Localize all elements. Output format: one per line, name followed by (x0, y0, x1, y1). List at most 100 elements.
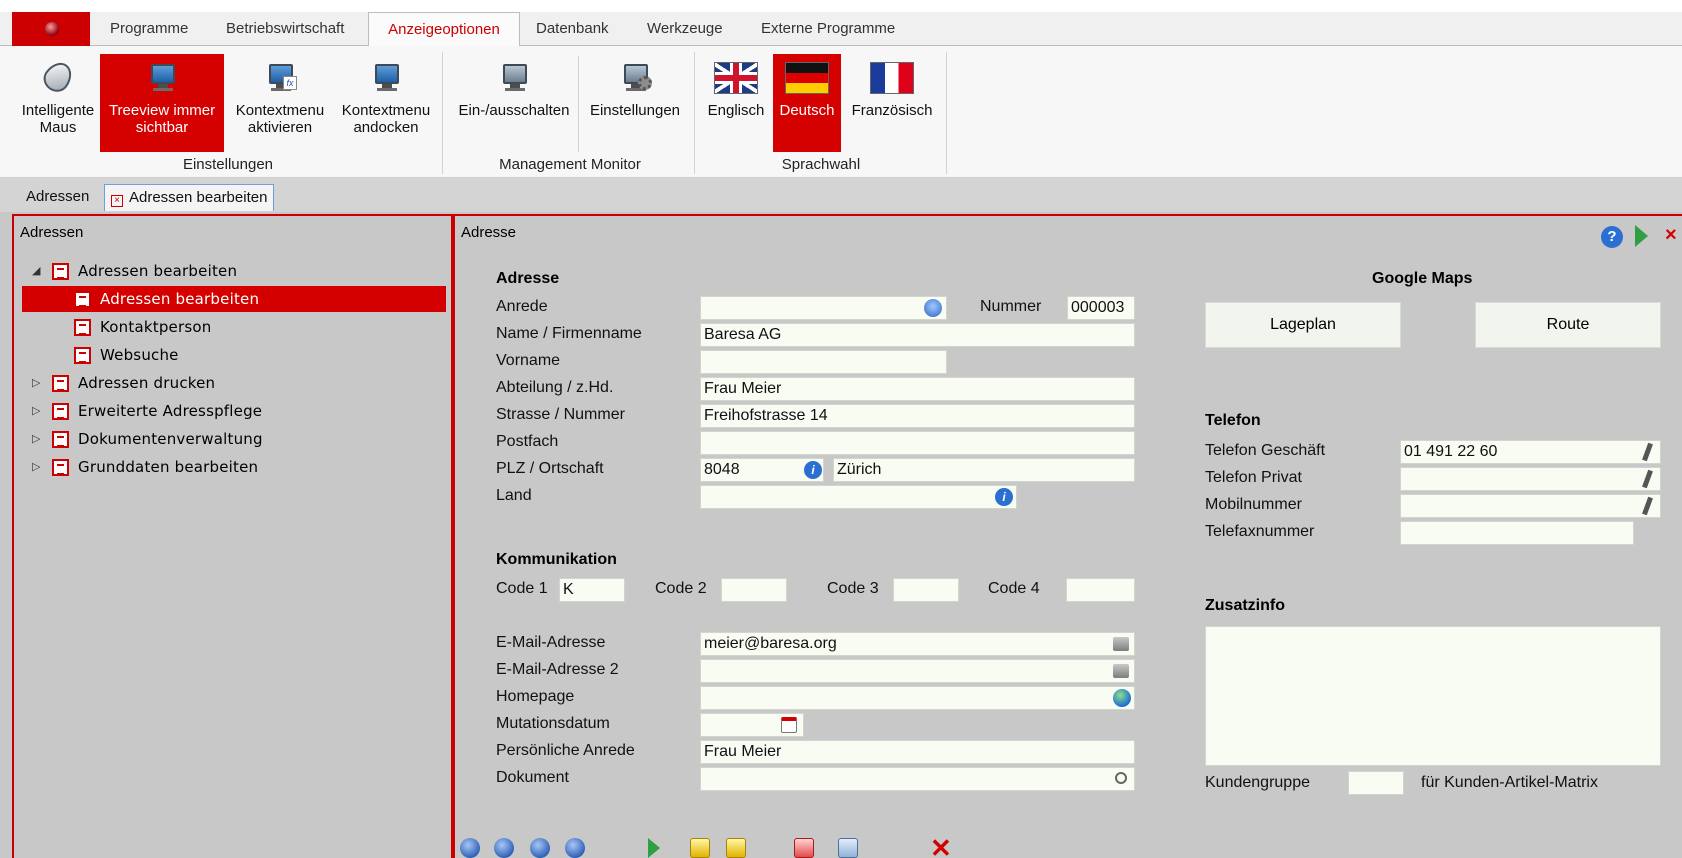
tree-item-adressen-bearbeiten[interactable]: ◢ Adressen bearbeiten (22, 258, 446, 284)
code1-field[interactable]: K (559, 578, 625, 602)
collapsed-arrow-icon[interactable]: ▷ (32, 454, 44, 480)
deutsch-button[interactable]: Deutsch (773, 54, 841, 152)
document-tab-bar: Adressen × Adressen bearbeiten (0, 178, 1682, 212)
label-mutationsdatum: Mutationsdatum (496, 715, 610, 732)
einstellungen-button[interactable]: Einstellungen (582, 54, 688, 152)
treeview-button[interactable]: Treeview immer sichtbar (100, 54, 224, 152)
pers-anrede-field[interactable]: Frau Meier (700, 740, 1135, 764)
close-tab-icon[interactable]: × (111, 195, 123, 207)
kundengruppe-field[interactable] (1348, 771, 1404, 795)
doc-tab-adressen-bearbeiten[interactable]: × Adressen bearbeiten (104, 184, 275, 211)
ort-field[interactable]: Zürich (833, 458, 1135, 482)
copy-record-icon[interactable] (838, 838, 858, 858)
info-icon[interactable]: i (804, 461, 822, 479)
go-arrow-icon[interactable] (1635, 225, 1648, 247)
uk-flag-icon (714, 60, 758, 94)
name-field[interactable]: Baresa AG (700, 323, 1135, 347)
node-icon (52, 431, 69, 448)
englisch-button[interactable]: Englisch (702, 54, 770, 152)
execute-icon[interactable] (648, 838, 660, 858)
label-vorname: Vorname (496, 352, 561, 369)
land-field[interactable] (700, 485, 1017, 509)
node-icon (74, 291, 91, 308)
application-menu-button[interactable] (12, 12, 90, 46)
mail-icon[interactable] (1113, 664, 1129, 678)
group-separator (442, 52, 443, 174)
label-abteilung: Abteilung / z.Hd. (496, 379, 614, 396)
intelligente-maus-button[interactable]: Intelligente Maus (16, 54, 100, 152)
vorname-field[interactable] (700, 350, 947, 374)
fax-field[interactable] (1400, 521, 1634, 545)
info-icon[interactable]: i (995, 488, 1013, 506)
section-kommunikation: Kommunikation (496, 551, 617, 568)
node-icon (52, 375, 69, 392)
tree-item-adressen-drucken[interactable]: ▷ Adressen drucken (22, 370, 446, 396)
previous-record-icon[interactable] (494, 838, 514, 858)
zusatzinfo-textarea[interactable] (1205, 626, 1661, 766)
tel-privat-field[interactable] (1400, 467, 1661, 491)
monitor-icon (143, 60, 181, 94)
homepage-field[interactable] (700, 686, 1135, 710)
abteilung-field[interactable]: Frau Meier (700, 377, 1135, 401)
tree-item-kontaktperson[interactable]: Kontaktperson (22, 314, 446, 340)
close-icon[interactable]: × (1665, 224, 1677, 247)
nummer-field[interactable]: 000003 (1067, 296, 1135, 320)
tab-anzeigeoptionen[interactable]: Anzeigeoptionen (368, 12, 520, 47)
code4-field[interactable] (1066, 578, 1135, 602)
label-tel-geschaeft: Telefon Geschäft (1205, 442, 1326, 459)
strasse-field[interactable]: Freihofstrasse 14 (700, 404, 1135, 428)
collapsed-arrow-icon[interactable]: ▷ (32, 426, 44, 452)
dropdown-icon[interactable] (924, 299, 942, 317)
label-pers-anrede: Persönliche Anrede (496, 742, 635, 759)
anrede-dropdown[interactable] (700, 296, 947, 320)
next-record-icon[interactable] (530, 838, 550, 858)
collapsed-arrow-icon[interactable]: ▷ (32, 398, 44, 424)
email-field[interactable]: meier@baresa.org (700, 632, 1135, 656)
tree-item-dokumentenverwaltung[interactable]: ▷ Dokumentenverwaltung (22, 426, 446, 452)
expanded-arrow-icon[interactable]: ◢ (32, 258, 44, 284)
calendar-icon[interactable] (781, 717, 797, 733)
search-icon[interactable] (1115, 772, 1127, 784)
delete-record-icon[interactable] (794, 838, 814, 858)
label-code1: Code 1 (496, 580, 548, 597)
help-icon[interactable]: ? (1601, 226, 1623, 248)
label-postfach: Postfach (496, 433, 559, 450)
mobil-field[interactable] (1400, 494, 1661, 518)
postfach-field[interactable] (700, 431, 1135, 455)
dokument-field[interactable] (700, 767, 1135, 791)
label-email: E-Mail-Adresse (496, 634, 606, 651)
tree-item-websuche[interactable]: Websuche (22, 342, 446, 368)
mail-icon[interactable] (1113, 637, 1129, 651)
edit-record-icon[interactable] (690, 838, 710, 858)
tree-item-adressen-bearbeiten-child[interactable]: Adressen bearbeiten (22, 286, 446, 312)
kontextmenu-aktivieren-button[interactable]: fx Kontextmenu aktivieren (228, 54, 332, 152)
ein-ausschalten-button[interactable]: Ein-/ausschalten (452, 54, 576, 152)
cancel-icon[interactable]: ✕ (930, 835, 952, 858)
tab-externe-programme[interactable]: Externe Programme (757, 12, 899, 46)
node-icon (74, 319, 91, 336)
section-google-maps: Google Maps (1372, 270, 1473, 287)
doc-tab-adressen[interactable]: Adressen (20, 184, 95, 211)
kontextmenu-andocken-button[interactable]: Kontextmenu andocken (336, 54, 436, 152)
last-record-icon[interactable] (565, 838, 585, 858)
code3-field[interactable] (893, 578, 959, 602)
tab-werkzeuge[interactable]: Werkzeuge (643, 12, 727, 46)
code2-field[interactable] (721, 578, 787, 602)
collapsed-arrow-icon[interactable]: ▷ (32, 370, 44, 396)
globe-icon[interactable] (1113, 689, 1131, 707)
label-kunden-matrix: für Kunden-Artikel-Matrix (1421, 774, 1598, 791)
label-plz: PLZ / Ortschaft (496, 460, 604, 477)
tree-item-erweiterte-adresspflege[interactable]: ▷ Erweiterte Adresspflege (22, 398, 446, 424)
tel-geschaeft-field[interactable]: 01 491 22 60 (1400, 440, 1661, 464)
lageplan-button[interactable]: Lageplan (1205, 302, 1401, 348)
tree-item-grunddaten-bearbeiten[interactable]: ▷ Grunddaten bearbeiten (22, 454, 446, 480)
label-code4: Code 4 (988, 580, 1040, 597)
tab-programme[interactable]: Programme (106, 12, 192, 46)
tab-datenbank[interactable]: Datenbank (532, 12, 613, 46)
franzoesisch-button[interactable]: Französisch (844, 54, 940, 152)
tab-betriebswirtschaft[interactable]: Betriebswirtschaft (222, 12, 348, 46)
route-button[interactable]: Route (1475, 302, 1661, 348)
first-record-icon[interactable] (460, 838, 480, 858)
new-record-icon[interactable] (726, 838, 746, 858)
email2-field[interactable] (700, 659, 1135, 683)
